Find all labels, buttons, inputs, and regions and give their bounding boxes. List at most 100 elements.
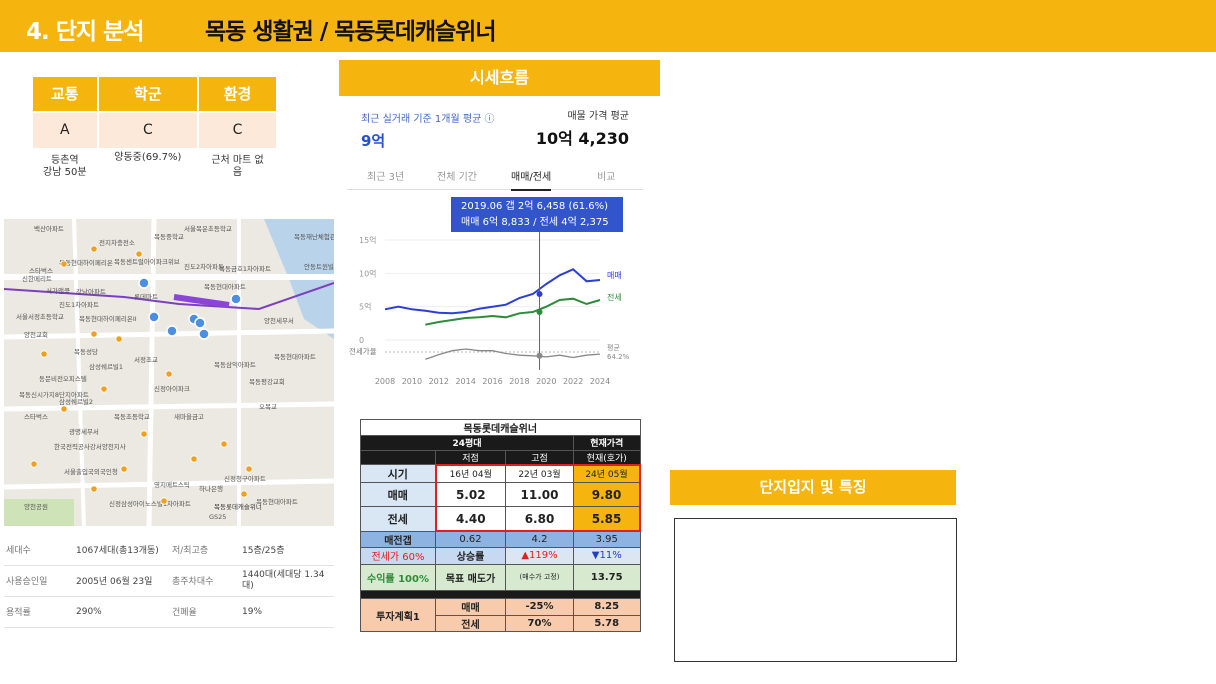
chart-tooltip: 2019.06 갭 2억 6,458 (61.6%) 매매 6억 8,833 /… bbox=[451, 197, 623, 232]
jeonse-high: 6.80 bbox=[505, 506, 574, 533]
sale-high: 11.00 bbox=[505, 481, 574, 508]
page-title: 목동 생활권 / 목동롯데캐슬위너 bbox=[205, 19, 497, 45]
poi-marker-icon bbox=[40, 350, 48, 358]
info-key: 건폐율 bbox=[170, 596, 240, 628]
map-label: 신정청구아파트 bbox=[224, 474, 266, 483]
row-label-rise: 상승률 bbox=[435, 547, 506, 565]
gap-high: 4.2 bbox=[505, 530, 574, 549]
trend-header: 시세흐름 bbox=[339, 60, 660, 96]
map-canvas[interactable]: 백산아파트전지차충전소목동중학교서울목운초등학교목동재난체험관스타벅스목동현대하… bbox=[4, 219, 334, 526]
features-header: 단지입지 및 특징 bbox=[670, 470, 956, 505]
y-tick-label: 15억 bbox=[359, 235, 377, 245]
poi-marker-icon bbox=[90, 245, 98, 253]
map-label: 광명세무서 bbox=[69, 427, 99, 436]
divider bbox=[360, 590, 641, 600]
map-label: 하나은행 bbox=[199, 484, 223, 493]
map-label: 목동초등학교 bbox=[114, 412, 150, 421]
blank-cell bbox=[360, 449, 436, 466]
sale-low: 5.02 bbox=[434, 481, 506, 508]
map-label: 목동삼익아파트 bbox=[214, 360, 256, 369]
map-label: 신한메리트 bbox=[22, 274, 52, 283]
ratio-axis-label: 전세가율 bbox=[349, 346, 377, 356]
poi-marker-icon bbox=[245, 465, 253, 473]
map-label: 동문비전오피스텔 bbox=[39, 374, 87, 383]
x-tick-label: 2020 bbox=[536, 377, 556, 386]
x-tick-label: 2012 bbox=[429, 377, 449, 386]
info-value: 15층/25층 bbox=[240, 534, 334, 566]
gap-now: 3.95 bbox=[573, 530, 641, 549]
time-low: 16년 04월 bbox=[434, 463, 506, 483]
rating-header-traffic: 교통 bbox=[33, 77, 99, 112]
cursor-dot-jeonse bbox=[536, 309, 543, 315]
row-label-return: 수익률 100% bbox=[360, 563, 436, 592]
jeonse-now: 5.85 bbox=[573, 506, 641, 533]
note-line: 음 bbox=[232, 167, 243, 179]
trend-panel: 최근 실거래 기준 1개월 평균 ⓘ 9억 매물 가격 평균 10억 4,230… bbox=[345, 100, 645, 405]
map-label: 목동성당 bbox=[74, 347, 98, 356]
x-tick-label: 2016 bbox=[482, 377, 502, 386]
note-line: 등촌역 bbox=[51, 155, 79, 167]
map-label: 양천교회 bbox=[24, 330, 48, 339]
poi-marker-icon bbox=[115, 335, 123, 343]
price-table: 목동롯데캐슬위너 24평대 현재가격 저점 고점 현재(호가) 시기 16년 0… bbox=[360, 418, 641, 633]
map-label: 한국전력공사강서양천지사 bbox=[54, 442, 126, 451]
map-pin-icon bbox=[166, 325, 178, 337]
header-bar: 4. 단지 분석 목동 생활권 / 목동롯데캐슬위너 bbox=[0, 0, 1216, 52]
map-label: 목동현대하이페리온II bbox=[79, 314, 137, 323]
poi-marker-icon bbox=[90, 485, 98, 493]
rating-header-environment: 환경 bbox=[198, 77, 278, 112]
target-sell-value: 13.75 bbox=[573, 563, 641, 592]
info-value: 19% bbox=[240, 596, 334, 628]
tooltip-line: 2019.06 갭 2억 6,458 (61.6%) bbox=[461, 201, 609, 212]
col-high: 고점 bbox=[505, 449, 574, 466]
map-label: 서울목운초등학교 bbox=[184, 224, 232, 233]
map-label: 목동현대아파트 bbox=[256, 497, 298, 506]
map-label: 신정삼성아이노스빌1차아파트 bbox=[109, 499, 191, 508]
price-trend-chart[interactable]: 15억 10억 5억 0 2008 2010 2012 2014 2016 2018 2020 202… bbox=[345, 100, 645, 405]
map-label: 목동롯데캐슬위너 bbox=[214, 502, 262, 511]
location-map[interactable]: 백산아파트 전지차충전소 목동중학교 서울목운초등학교 목동재난체험관 스타벅스 목동현대하… bbox=[4, 219, 334, 526]
map-label: 서가앤쿡 bbox=[46, 286, 70, 295]
y-tick-label: 10억 bbox=[359, 268, 377, 278]
rating-table: 교통 학군 환경 A C C 등촌역 강남 50분 양동중(69.7%) 근처 마… bbox=[33, 77, 278, 187]
sale-now: 9.80 bbox=[573, 481, 641, 508]
plan-sale-label: 매매 bbox=[435, 598, 506, 616]
map-label: 롯데마트 bbox=[134, 292, 158, 301]
map-label: 목동평강교회 bbox=[249, 377, 285, 386]
map-label: 전지차충전소 bbox=[99, 238, 135, 247]
rise-now: ▼11% bbox=[573, 547, 641, 565]
map-label: 서정초교 bbox=[134, 355, 158, 364]
info-value: 1067세대(총13개동) bbox=[74, 534, 170, 566]
map-label: 서울출입국외국인청 bbox=[64, 467, 118, 476]
info-value: 290% bbox=[74, 596, 170, 628]
poi-marker-icon bbox=[240, 490, 248, 498]
poi-marker-icon bbox=[135, 250, 143, 258]
row-label-ratio: 전세가 60% bbox=[360, 547, 436, 565]
legend-ratio-value: 64.2% bbox=[607, 353, 630, 361]
features-box[interactable] bbox=[674, 518, 957, 662]
info-value: 2005년 06월 23일 bbox=[74, 565, 170, 597]
map-label: 목동중학교 bbox=[154, 232, 184, 241]
map-pin-icon bbox=[138, 277, 150, 289]
info-key: 세대수 bbox=[4, 534, 74, 566]
poi-marker-icon bbox=[100, 385, 108, 393]
map-label: 강남아파트 bbox=[76, 287, 106, 296]
note-line: 근처 마트 없 bbox=[211, 155, 264, 167]
map-label: 삼성쉐르빌1 bbox=[89, 362, 123, 371]
poi-marker-icon bbox=[120, 465, 128, 473]
plan-sale-pct: -25% bbox=[505, 598, 574, 616]
info-key: 용적률 bbox=[4, 596, 74, 628]
map-label: 진도1차아파트 bbox=[59, 300, 99, 309]
price-table-title: 목동롯데캐슬위너 bbox=[360, 418, 641, 437]
map-label: 오목교 bbox=[259, 403, 277, 411]
info-key: 저/최고층 bbox=[170, 534, 240, 566]
plan-jeonse-value: 5.78 bbox=[573, 614, 641, 633]
map-label: 백산아파트 bbox=[34, 224, 64, 233]
map-label: 서울서정초등학교 bbox=[16, 312, 64, 321]
map-label: 삼성쉐르빌2 bbox=[59, 397, 93, 406]
time-high: 22년 03월 bbox=[505, 463, 574, 483]
map-pin-icon bbox=[194, 317, 206, 329]
map-label: 스타벅스 bbox=[24, 412, 48, 421]
map-label: 양천공원 bbox=[24, 502, 48, 511]
info-key: 사용승인일 bbox=[4, 565, 74, 597]
